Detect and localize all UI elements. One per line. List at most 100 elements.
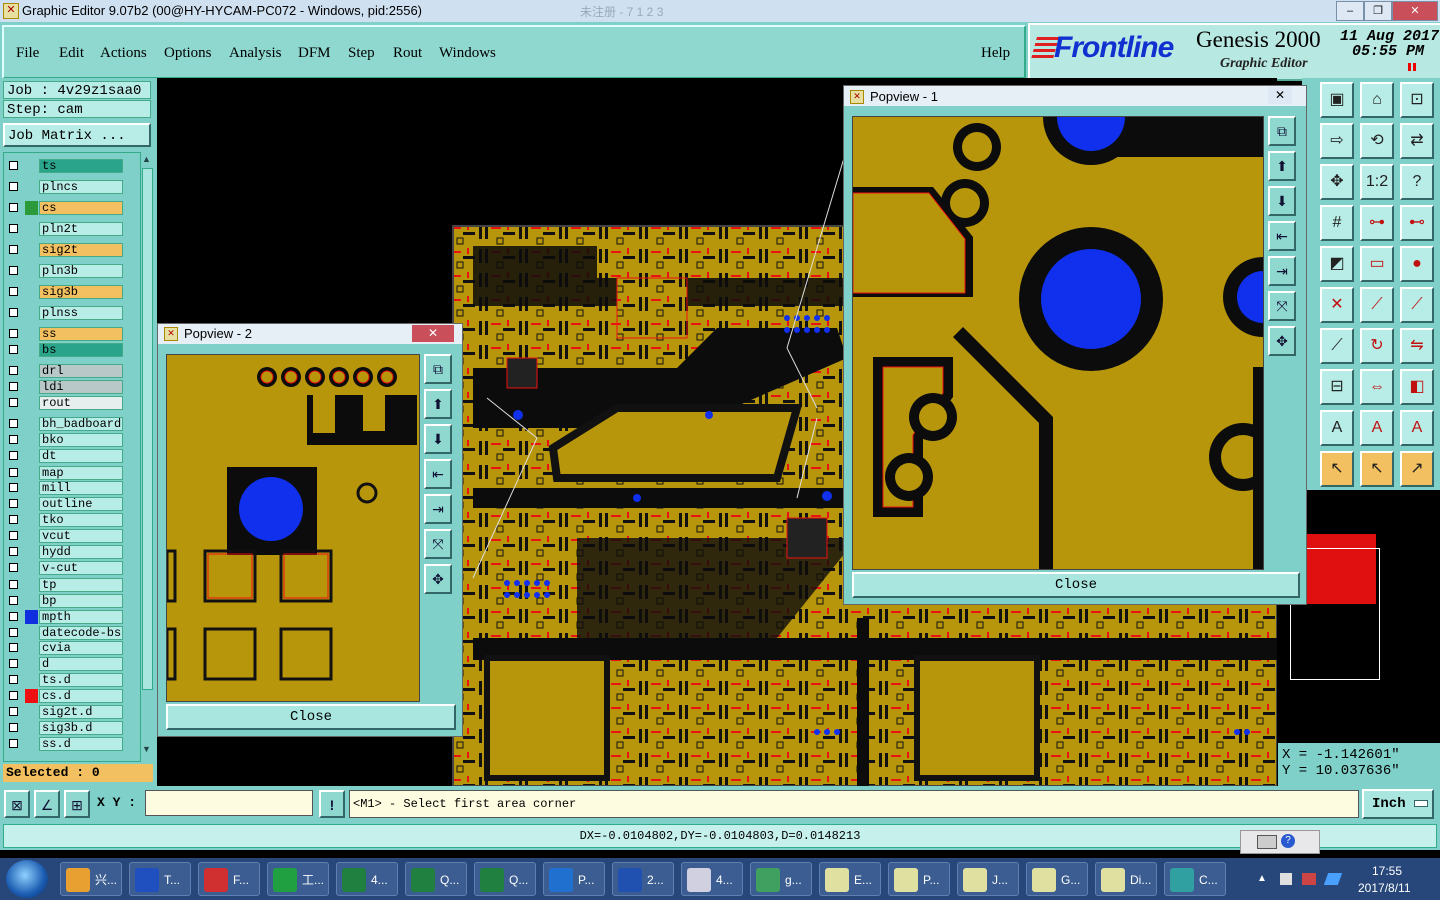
popview-2-window[interactable]: ✕ Popview - 2 ✕ ⧉ ⬆ ⬇ ⇤ ⇥ ⤧ ✥ Close — [157, 323, 463, 737]
tray-flag-icon[interactable] — [1280, 873, 1292, 885]
layer-color-swatch[interactable] — [25, 417, 38, 431]
layer-checkbox[interactable] — [9, 203, 18, 212]
taskbar-app-7[interactable]: P... — [543, 862, 605, 896]
popview-2-zoom-home-icon[interactable]: ⬆ — [424, 389, 452, 419]
layer-name[interactable]: tko — [39, 513, 123, 527]
taskbar-app-9[interactable]: 4... — [681, 862, 743, 896]
warning-button[interactable]: ! — [319, 790, 345, 818]
popview-1-zoom-fit-icon[interactable]: ⧉ — [1268, 116, 1296, 146]
popview-1-center-icon[interactable]: ✥ — [1268, 326, 1296, 356]
layer-row-sig2t[interactable]: sig2t — [6, 243, 124, 257]
layer-row-cs[interactable]: cs — [6, 201, 124, 215]
layer-name[interactable]: ss — [39, 327, 123, 341]
layer-checkbox[interactable] — [9, 531, 18, 540]
popview-2-view[interactable] — [166, 354, 420, 702]
popview-2-zoom-fit-icon[interactable]: ⧉ — [424, 354, 452, 384]
layer-name[interactable]: mpth — [39, 610, 123, 624]
grid-icon[interactable]: # — [1320, 205, 1354, 241]
layer-color-swatch[interactable] — [25, 180, 38, 194]
start-button[interactable] — [6, 860, 48, 898]
layer-row-bko[interactable]: bko — [6, 433, 124, 447]
display-icon[interactable]: ▣ — [1320, 82, 1354, 118]
export-icon[interactable]: ⇨ — [1320, 123, 1354, 159]
layer-color-swatch[interactable] — [25, 721, 38, 735]
layer-row-tko[interactable]: tko — [6, 513, 124, 527]
layer-row-pln2t[interactable]: pln2t — [6, 222, 124, 236]
layer-name[interactable]: dt — [39, 449, 123, 463]
layer-color-swatch[interactable] — [25, 222, 38, 236]
layer-color-swatch[interactable] — [25, 364, 38, 378]
layer-row-ss-d[interactable]: ss.d — [6, 737, 124, 751]
flip-icon[interactable]: ⇋ — [1400, 328, 1434, 364]
layer-checkbox[interactable] — [9, 182, 18, 191]
layer-name[interactable]: bs — [39, 343, 123, 357]
layer-row-pln3b[interactable]: pln3b — [6, 264, 124, 278]
undo-zoom-icon[interactable]: ⟲ — [1360, 123, 1394, 159]
cross-icon[interactable]: ✕ — [1320, 287, 1354, 323]
layer-checkbox[interactable] — [9, 161, 18, 170]
layer-color-swatch[interactable] — [25, 243, 38, 257]
popview-1-view[interactable] — [852, 116, 1264, 570]
text-b-icon[interactable]: A — [1360, 410, 1394, 446]
connect-b-icon[interactable]: ⟋ — [1400, 287, 1434, 323]
layer-row-outline[interactable]: outline — [6, 497, 124, 511]
layer-name[interactable]: sig3b.d — [39, 721, 123, 735]
layer-checkbox[interactable] — [9, 691, 18, 700]
layer-row-bh-badboard[interactable]: bh_badboard — [6, 417, 124, 431]
layer-row-plnss[interactable]: plnss — [6, 306, 124, 320]
scroll-thumb[interactable] — [142, 168, 153, 690]
layer-color-swatch[interactable] — [25, 343, 38, 357]
layer-checkbox[interactable] — [9, 483, 18, 492]
popview-2-pan-left-icon[interactable]: ⇤ — [424, 459, 452, 489]
layer-checkbox[interactable] — [9, 266, 18, 275]
layer-color-swatch[interactable] — [25, 201, 38, 215]
net-a-icon[interactable]: ⊶ — [1360, 205, 1394, 241]
layer-name[interactable]: plnss — [39, 306, 123, 320]
line-icon[interactable]: ⟋ — [1320, 328, 1354, 364]
layer-checkbox[interactable] — [9, 329, 18, 338]
layer-checkbox[interactable] — [9, 643, 18, 652]
layer-name[interactable]: datecode-bs — [39, 626, 123, 640]
layer-row-mpth[interactable]: mpth — [6, 610, 124, 624]
layer-checkbox[interactable] — [9, 596, 18, 605]
layer-name[interactable]: plncs — [39, 180, 123, 194]
layer-color-swatch[interactable] — [25, 689, 38, 703]
taskbar-app-0[interactable]: 兴... — [60, 862, 122, 896]
layer-row-sig3b-d[interactable]: sig3b.d — [6, 721, 124, 735]
popview-2-zoom-out-icon[interactable]: ⬇ — [424, 424, 452, 454]
layer-checkbox[interactable] — [9, 308, 18, 317]
layer-color-swatch[interactable] — [25, 561, 38, 575]
layer-color-swatch[interactable] — [25, 449, 38, 463]
layer-checkbox[interactable] — [9, 419, 18, 428]
taskbar-app-8[interactable]: 2... — [612, 862, 674, 896]
layer-color-swatch[interactable] — [25, 641, 38, 655]
taskbar-app-13[interactable]: J... — [957, 862, 1019, 896]
menu-file[interactable]: File — [16, 45, 39, 62]
popview-2-zoom-in-icon[interactable]: ⤧ — [424, 529, 452, 559]
layer-row-cvia[interactable]: cvia — [6, 641, 124, 655]
resize-icon[interactable]: ⇔ — [1360, 369, 1394, 405]
layer-row-dt[interactable]: dt — [6, 449, 124, 463]
layer-name[interactable]: cvia — [39, 641, 123, 655]
menu-dfm[interactable]: DFM — [298, 45, 331, 62]
popview-2-center-icon[interactable]: ✥ — [424, 564, 452, 594]
layer-name[interactable]: sig3b — [39, 285, 123, 299]
popview-1-zoom-out-icon[interactable]: ⬇ — [1268, 186, 1296, 216]
measure-icon[interactable]: ∠ — [34, 790, 60, 818]
popview-2-pan-right-icon[interactable]: ⇥ — [424, 494, 452, 524]
layer-row-v-cut[interactable]: v-cut — [6, 561, 124, 575]
taskbar-app-2[interactable]: F... — [198, 862, 260, 896]
layer-row-plncs[interactable]: plncs — [6, 180, 124, 194]
layer-color-swatch[interactable] — [25, 657, 38, 671]
layer-row-d[interactable]: d — [6, 657, 124, 671]
layer-name[interactable]: map — [39, 466, 123, 480]
layer-checkbox[interactable] — [9, 675, 18, 684]
layer-color-swatch[interactable] — [25, 594, 38, 608]
menu-options[interactable]: Options — [164, 45, 212, 62]
layer-color-swatch[interactable] — [25, 433, 38, 447]
layer-color-swatch[interactable] — [25, 737, 38, 751]
language-bar[interactable]: ? — [1240, 830, 1320, 854]
fullscreen-icon[interactable]: ⊡ — [1400, 82, 1434, 118]
layer-name[interactable]: ts — [39, 159, 123, 173]
layer-checkbox[interactable] — [9, 345, 18, 354]
